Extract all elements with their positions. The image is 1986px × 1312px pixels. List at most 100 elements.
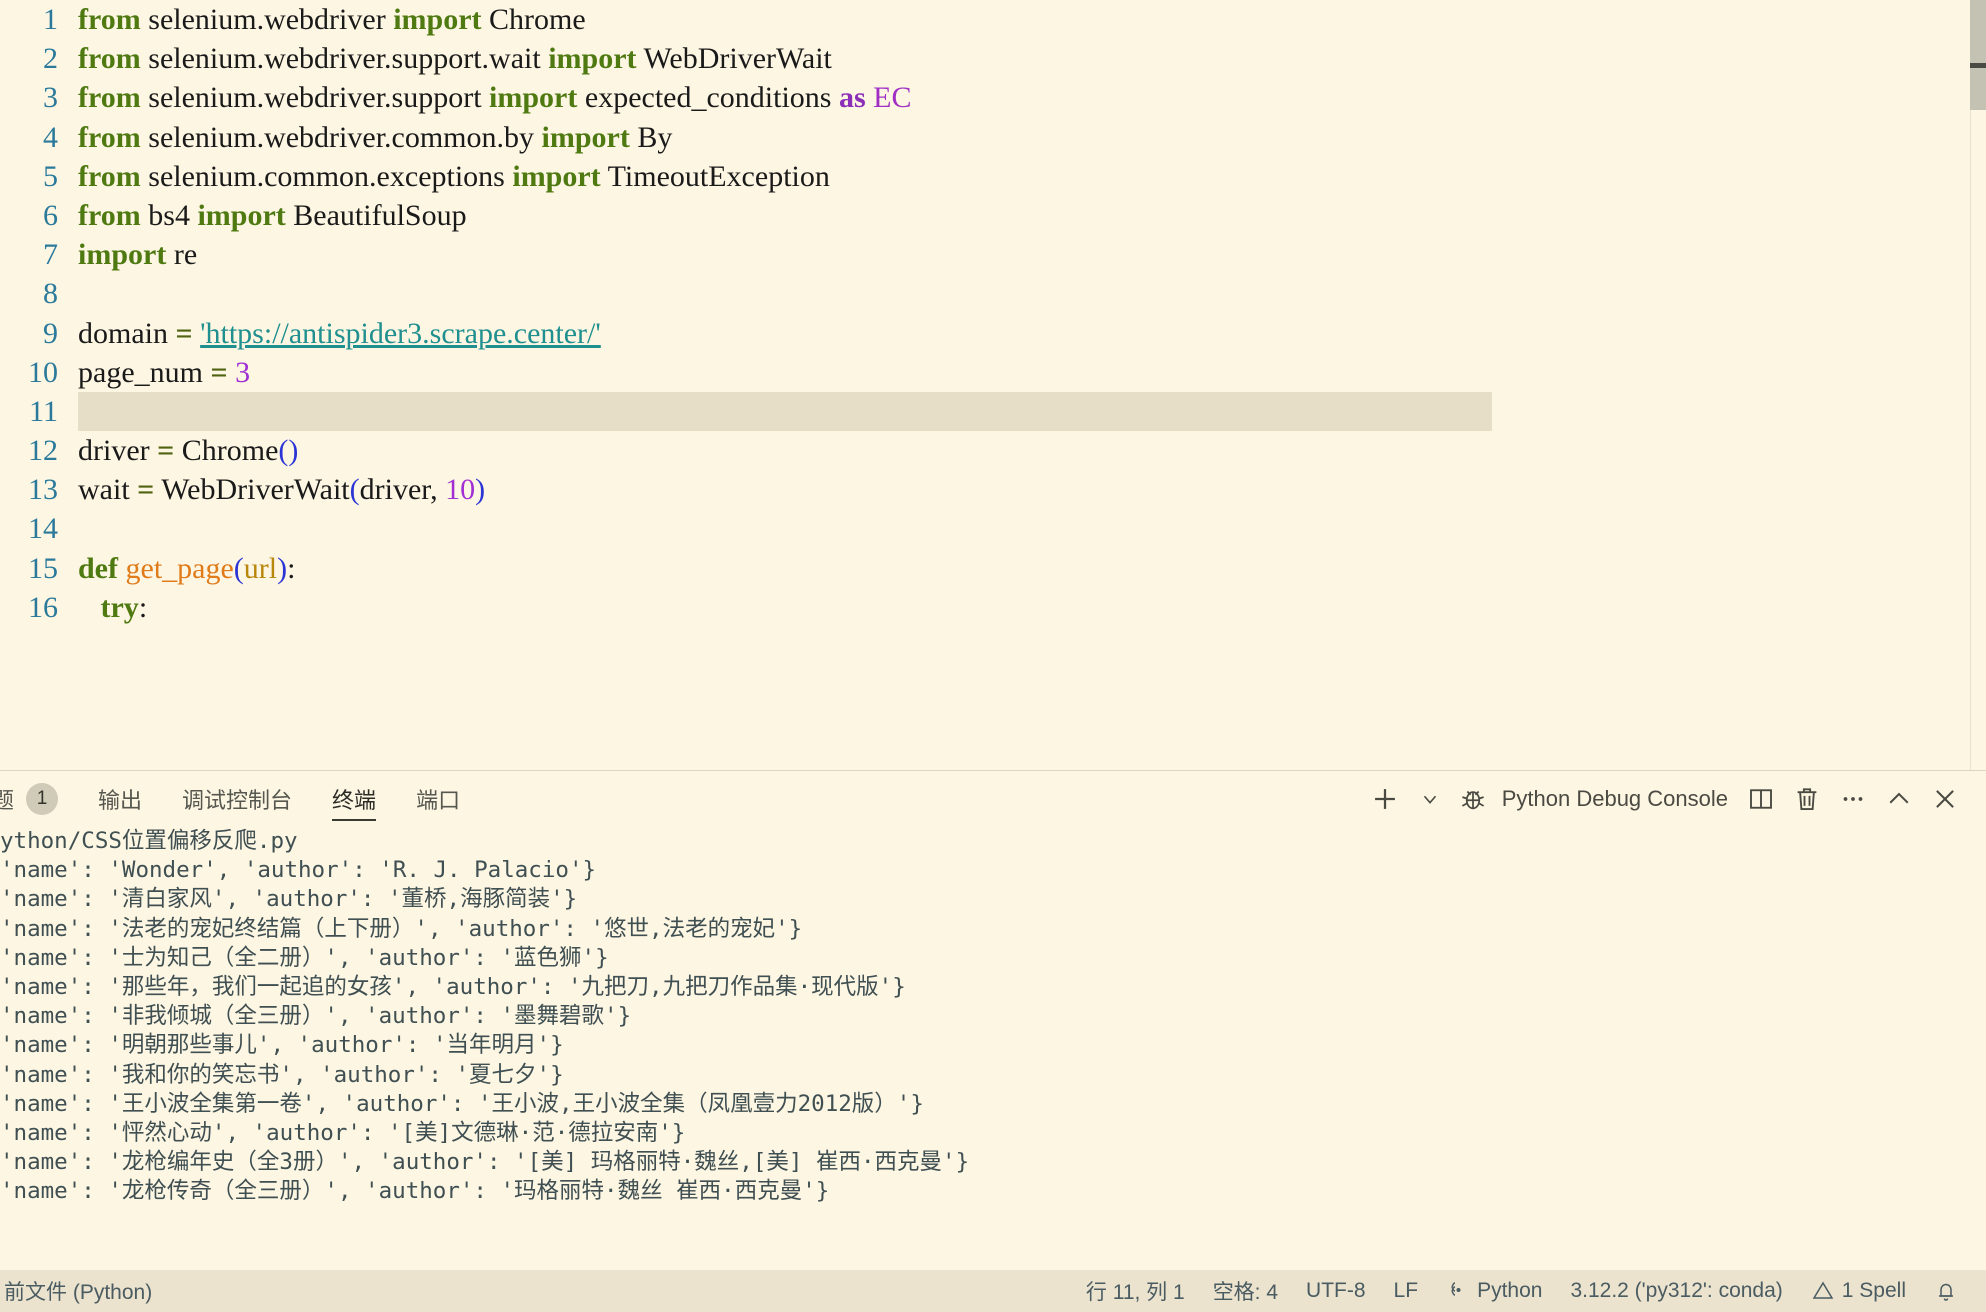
trash-icon[interactable] <box>1784 777 1830 821</box>
code-lines[interactable]: 1 from selenium.webdriver import Chrome 2 f… <box>0 0 1986 627</box>
panel-tab-label: 输出 <box>98 788 143 813</box>
terminal-line: 'name': '法老的宠妃终结篇（上下册）', 'author': '悠世,法… <box>0 915 803 942</box>
code-line[interactable]: 10 page_num = 3 <box>0 353 1986 392</box>
status-item-label: 1 Spell <box>1841 1279 1906 1302</box>
code-token: get_page <box>125 551 234 585</box>
code-line[interactable]: 8 <box>0 274 1986 313</box>
code-token: from <box>78 159 141 193</box>
code-line[interactable]: 11 <box>0 391 1986 432</box>
new-terminal-dropdown-button[interactable] <box>1410 777 1450 821</box>
terminal-line: 'name': '龙枪编年史（全3册）', 'author': '[美] 玛格丽… <box>0 1149 970 1176</box>
code-line-text[interactable]: from selenium.common.exceptions import T… <box>58 157 830 196</box>
status-item-language-mode[interactable]: Python <box>1432 1270 1556 1312</box>
code-token: By <box>629 120 673 154</box>
active-terminal-name[interactable]: Python Debug Console <box>1496 786 1738 812</box>
code-line[interactable]: 9 domain = 'https://antispider3.scrape.ce… <box>0 314 1986 353</box>
code-editor[interactable]: 1 from selenium.webdriver import Chrome 2 f… <box>0 0 1986 770</box>
status-item-label: 3.12.2 ('py312': conda) <box>1570 1279 1783 1302</box>
editor-vertical-scrollbar[interactable] <box>1970 0 1986 770</box>
code-line[interactable]: 12 driver = Chrome() <box>0 431 1986 470</box>
code-token: 10 <box>445 473 476 507</box>
code-line[interactable]: 3 from selenium.webdriver.support import … <box>0 78 1986 117</box>
panel-tab-1[interactable]: 输出 <box>78 771 162 827</box>
code-line-text[interactable]: from selenium.webdriver import Chrome <box>58 0 586 39</box>
code-token: Chrome <box>481 3 586 36</box>
status-item-encoding[interactable]: UTF-8 <box>1292 1270 1380 1312</box>
code-token: from <box>78 198 141 232</box>
status-item-python-interpreter[interactable]: 3.12.2 ('py312': conda) <box>1556 1270 1796 1312</box>
line-number: 7 <box>43 238 58 272</box>
status-item-indentation[interactable]: 空格: 4 <box>1199 1270 1292 1312</box>
panel-tab-3[interactable]: 终端 <box>312 771 396 827</box>
ellipsis-icon[interactable] <box>1830 777 1876 821</box>
code-line-text[interactable]: from selenium.webdriver.support.wait imp… <box>58 39 832 78</box>
code-line-text[interactable]: page_num = 3 <box>58 353 250 392</box>
code-token: import <box>393 3 482 36</box>
code-line-text[interactable]: def get_page(url): <box>58 549 295 588</box>
terminal-output[interactable]: ython/CSS位置偏移反爬.py 'name': 'Wonder', 'aut… <box>0 827 1986 1271</box>
terminal-line: 'name': '王小波全集第一卷', 'author': '王小波,王小波全集… <box>0 1090 924 1117</box>
code-token: from <box>78 120 141 154</box>
panel-tab-4[interactable]: 端口 <box>396 771 480 827</box>
status-item-run-config[interactable]: 前文件 (Python) <box>0 1270 166 1312</box>
code-token: WebDriverWait <box>154 473 350 507</box>
code-line-text[interactable]: try: <box>58 588 148 627</box>
code-token: driver, <box>359 473 446 507</box>
status-item-label: 行 11, 列 1 <box>1085 1281 1185 1304</box>
code-line[interactable]: 7 import re <box>0 235 1986 274</box>
panel-tab-label: 端口 <box>416 788 461 813</box>
terminal-line: 'name': '那些年，我们一起追的女孩', 'author': '九把刀,九… <box>0 973 906 1000</box>
code-token: selenium.common.exceptions <box>140 159 513 193</box>
terminal-line: 'name': '清白家风', 'author': '董桥,海豚简装'} <box>0 886 578 913</box>
code-line-text[interactable]: domain = 'https://antispider3.scrape.cen… <box>58 314 601 353</box>
code-line-text[interactable]: from bs4 import BeautifulSoup <box>58 196 467 235</box>
code-token: EC <box>873 81 912 115</box>
status-item-eol[interactable]: LF <box>1380 1270 1433 1312</box>
bottom-panel: 题 1 输出 调试控制台 终端 端口 Python Debug Console … <box>0 770 1986 1270</box>
line-number: 9 <box>43 316 58 350</box>
terminal-line: 'name': '龙枪传奇（全三册）', 'author': '玛格丽特·魏丝 … <box>0 1178 830 1205</box>
new-terminal-button[interactable] <box>1360 777 1410 821</box>
code-line[interactable]: 5 from selenium.common.exceptions import … <box>0 157 1986 196</box>
code-token: TimeoutException <box>600 159 830 193</box>
code-token: import <box>489 81 578 115</box>
terminal-line: 'name': '我和你的笑忘书', 'author': '夏七夕'} <box>0 1061 564 1088</box>
code-line[interactable]: 1 from selenium.webdriver import Chrome <box>0 0 1986 39</box>
code-line-text[interactable]: driver = Chrome() <box>58 431 298 470</box>
code-line[interactable]: 13 wait = WebDriverWait(driver, 10) <box>0 470 1986 509</box>
line-number: 11 <box>29 394 58 428</box>
status-item-cursor-position[interactable]: 行 11, 列 1 <box>1072 1270 1199 1312</box>
bell-icon <box>1934 1279 1958 1303</box>
code-line-text[interactable]: from selenium.webdriver.support import e… <box>58 78 912 117</box>
code-line[interactable]: 2 from selenium.webdriver.support.wait im… <box>0 39 1986 78</box>
code-line-text[interactable]: import re <box>58 235 197 274</box>
panel-tab-0[interactable]: 题1 <box>0 771 78 827</box>
panel-tab-2[interactable]: 调试控制台 <box>162 771 312 827</box>
code-line[interactable]: 15 def get_page(url): <box>0 549 1986 588</box>
code-line-text[interactable]: from selenium.webdriver.common.by import… <box>58 118 672 157</box>
code-line[interactable]: 14 <box>0 509 1986 548</box>
split-terminal-button[interactable] <box>1738 777 1784 821</box>
status-item-notifications[interactable] <box>1920 1270 1972 1312</box>
code-token: selenium.webdriver <box>140 3 394 36</box>
code-line[interactable]: 4 from selenium.webdriver.common.by impor… <box>0 118 1986 157</box>
code-token: BeautifulSoup <box>285 198 467 232</box>
panel-tab-label: 终端 <box>332 788 377 813</box>
line-number: 2 <box>43 42 58 76</box>
line-number: 16 <box>28 590 58 624</box>
status-item-label: UTF-8 <box>1306 1279 1366 1302</box>
code-token: domain <box>78 316 176 350</box>
scrollbar-thumb[interactable] <box>1970 0 1986 110</box>
status-item-spell-problems[interactable]: 1 Spell <box>1797 1270 1920 1312</box>
code-token: def <box>78 551 118 585</box>
code-token: () <box>278 434 299 468</box>
code-token: bs4 <box>140 198 198 232</box>
code-line[interactable]: 6 from bs4 import BeautifulSoup <box>0 196 1986 235</box>
code-token: url <box>243 551 278 585</box>
scrollbar-cursor-tick <box>1970 63 1986 68</box>
chevron-up-icon[interactable] <box>1876 777 1922 821</box>
code-line[interactable]: 16 try: <box>0 588 1986 627</box>
code-line-text[interactable]: wait = WebDriverWait(driver, 10) <box>58 470 485 509</box>
close-icon[interactable] <box>1922 777 1968 821</box>
